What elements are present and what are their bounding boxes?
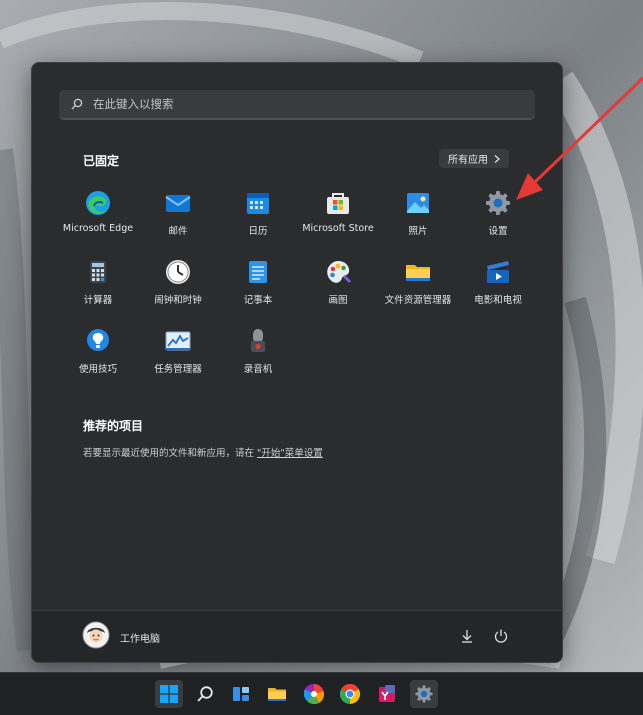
- user-account-button[interactable]: 工作电脑: [82, 621, 160, 653]
- calculator-icon: [84, 258, 112, 286]
- app-label: 邮件: [168, 226, 188, 237]
- app-label: 设置: [488, 226, 508, 237]
- pinned-app-paint[interactable]: 画图: [298, 254, 378, 323]
- taskbar-search-button[interactable]: [191, 680, 219, 708]
- movies-tv-icon: [484, 258, 512, 286]
- app-label: 文件资源管理器: [384, 295, 452, 306]
- mail-icon: [164, 189, 192, 217]
- recommended-section-title: 推荐的项目: [83, 419, 144, 433]
- pinned-app-voice-recorder[interactable]: 录音机: [218, 323, 298, 392]
- pinned-app-photos[interactable]: 照片: [378, 185, 458, 254]
- avatar: [82, 621, 110, 653]
- calendar-icon: [244, 189, 272, 217]
- chevron-right-icon: [494, 154, 500, 163]
- pinned-app-task-manager[interactable]: 任务管理器: [138, 323, 218, 392]
- widgets-icon: [233, 687, 249, 701]
- all-apps-label: 所有应用: [448, 155, 488, 166]
- pinned-app-notepad[interactable]: 记事本: [218, 254, 298, 323]
- pinned-app-edge[interactable]: Microsoft Edge: [58, 185, 138, 254]
- power-icon: [494, 629, 508, 643]
- microphone-icon: [244, 327, 272, 355]
- tips-bulb-icon: [84, 327, 112, 355]
- pinned-app-tips[interactable]: 使用技巧: [58, 323, 138, 392]
- taskbar-file-explorer[interactable]: [263, 680, 291, 708]
- app-label: 画图: [328, 295, 348, 306]
- taskbar-red-app[interactable]: [373, 680, 401, 708]
- search-icon: [197, 686, 213, 702]
- search-icon: [71, 98, 83, 110]
- pinned-app-alarms-clock[interactable]: 闹钟和时钟: [138, 254, 218, 323]
- pinned-section-title: 已固定: [83, 154, 120, 168]
- store-icon: [324, 189, 352, 217]
- search-input[interactable]: [91, 96, 515, 112]
- paint-palette-icon: [324, 258, 352, 286]
- app-label: 日历: [248, 226, 268, 237]
- search-box[interactable]: [59, 90, 535, 120]
- app-label: 任务管理器: [154, 364, 202, 375]
- pinned-app-movies-tv[interactable]: 电影和电视: [458, 254, 538, 323]
- task-manager-icon: [164, 327, 192, 355]
- chrome-icon: [340, 684, 360, 704]
- start-menu: 已固定 所有应用 Microsoft Edge: [31, 62, 563, 663]
- recommended-hint-text: 若要显示最近使用的文件和新应用，请在: [83, 448, 258, 459]
- app-label: 计算器: [83, 295, 113, 306]
- edge-icon: [84, 189, 112, 217]
- start-settings-link[interactable]: "开始"菜单设置: [257, 448, 323, 459]
- start-menu-footer: 工作电脑: [32, 610, 562, 662]
- taskbar: [0, 672, 643, 715]
- pinned-apps-grid: Microsoft Edge 邮件 日历 Microsoft Store 照片 …: [58, 185, 538, 392]
- app-label: 录音机: [243, 364, 273, 375]
- recommended-hint: 若要显示最近使用的文件和新应用，请在 "开始"菜单设置: [83, 445, 323, 459]
- power-button[interactable]: [493, 628, 509, 648]
- settings-gear-icon: [415, 685, 433, 703]
- downloads-button[interactable]: [459, 628, 475, 648]
- user-name: 工作电脑: [120, 633, 160, 645]
- app-label: 使用技巧: [78, 364, 117, 375]
- file-explorer-icon: [268, 688, 286, 701]
- app-label: 闹钟和时钟: [154, 295, 202, 306]
- app-label: 电影和电视: [474, 295, 522, 306]
- notepad-icon: [244, 258, 272, 286]
- pinned-app-calendar[interactable]: 日历: [218, 185, 298, 254]
- taskbar-chrome[interactable]: [336, 680, 364, 708]
- app-label: Microsoft Store: [302, 223, 374, 234]
- download-icon: [462, 630, 472, 643]
- taskbar-settings[interactable]: [410, 680, 438, 708]
- all-apps-button[interactable]: 所有应用: [439, 149, 509, 168]
- pinned-app-store[interactable]: Microsoft Store: [298, 185, 378, 254]
- pinned-app-calculator[interactable]: 计算器: [58, 254, 138, 323]
- pinned-app-file-explorer[interactable]: 文件资源管理器: [378, 254, 458, 323]
- folder-icon: [404, 258, 432, 286]
- clock-icon: [164, 258, 192, 286]
- pinned-app-settings[interactable]: 设置: [458, 185, 538, 254]
- app-label: 记事本: [243, 295, 273, 306]
- windows-start-icon: [160, 685, 178, 703]
- photos-icon: [404, 189, 432, 217]
- taskbar-colorful-app[interactable]: [300, 680, 328, 708]
- pinned-app-mail[interactable]: 邮件: [138, 185, 218, 254]
- app-label: 照片: [408, 226, 428, 237]
- app-label: Microsoft Edge: [62, 223, 134, 234]
- colorful-app-icon: [304, 684, 324, 704]
- settings-gear-icon: [484, 189, 512, 217]
- taskbar-widgets-button[interactable]: [227, 680, 255, 708]
- red-app-icon: [379, 685, 395, 702]
- taskbar-start-button[interactable]: [155, 680, 183, 708]
